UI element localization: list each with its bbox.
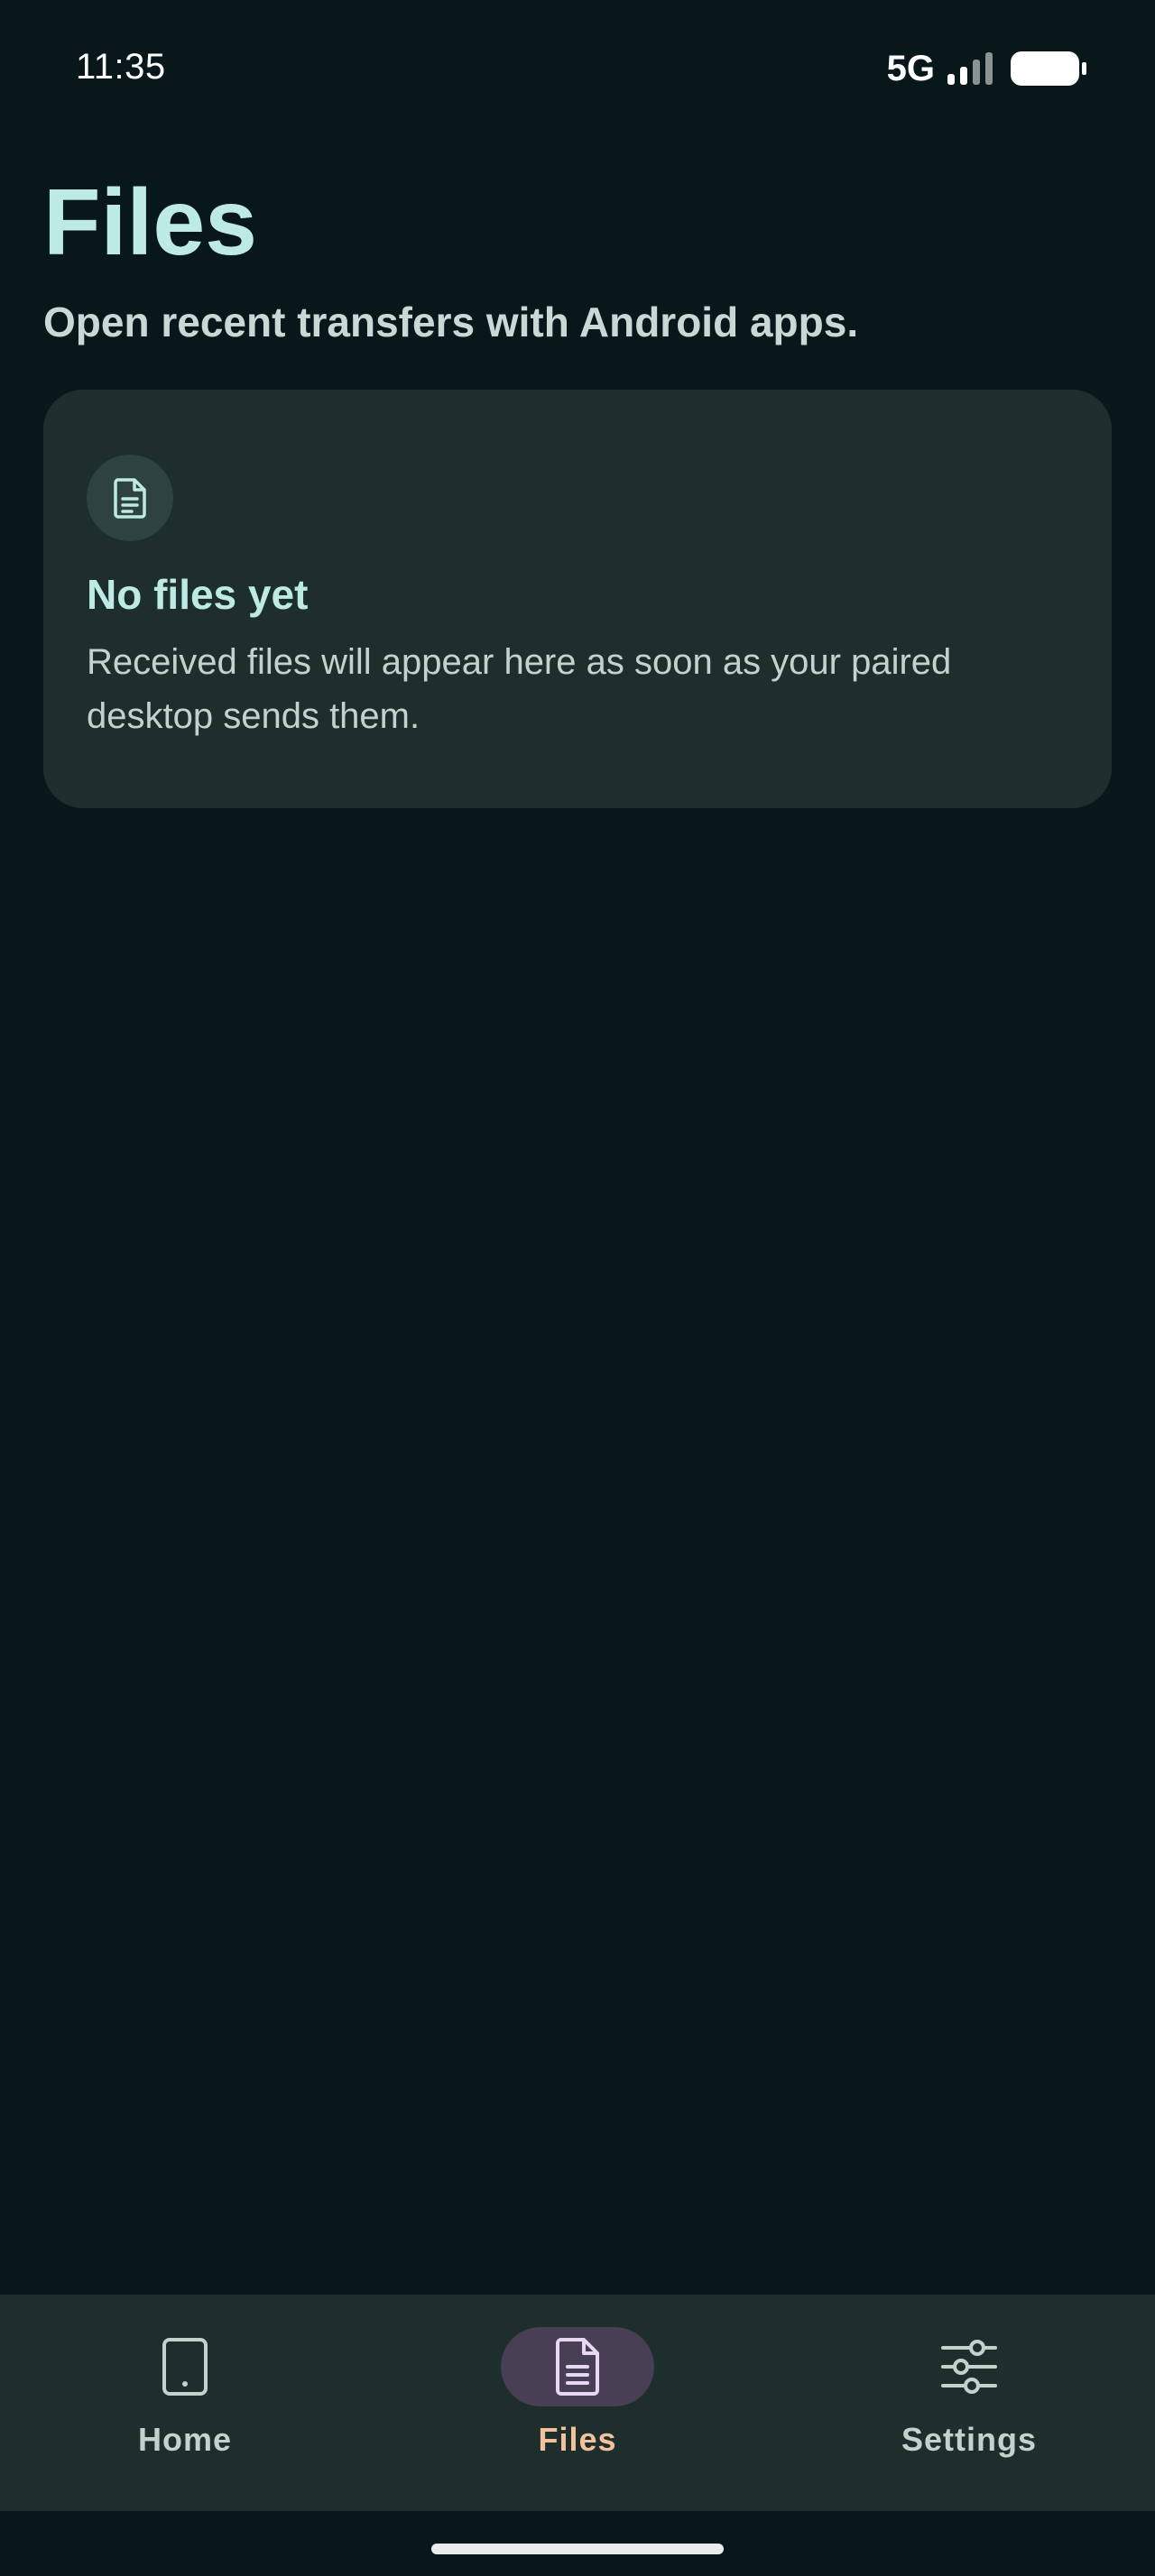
nav-active-indicator — [501, 2327, 654, 2406]
document-icon — [114, 478, 146, 519]
nav-label-files: Files — [538, 2421, 617, 2458]
nav-label-home: Home — [137, 2421, 233, 2458]
battery-icon — [1011, 51, 1086, 86]
status-time: 11:35 — [76, 47, 166, 87]
nav-item-settings[interactable]: Settings — [834, 2295, 1104, 2511]
document-icon — [556, 2338, 599, 2396]
nav-icon-container — [906, 2327, 1032, 2406]
status-bar: 11:35 5G — [0, 0, 1155, 141]
bottom-navigation: Home Files Settings — [0, 2295, 1155, 2511]
empty-state-description: Received files will appear here as soon … — [87, 642, 952, 736]
signal-strength-icon — [947, 52, 993, 85]
home-gesture-handle[interactable] — [431, 2544, 724, 2554]
page-title: Files — [43, 170, 257, 275]
tablet-icon — [162, 2338, 208, 2396]
nav-item-home[interactable]: Home — [50, 2295, 320, 2511]
page-subtitle: Open recent transfers with Android apps. — [43, 299, 859, 345]
files-screen: 11:35 5G Files Open recent transfers wit… — [0, 0, 1155, 2576]
empty-state-card: No files yet Received files will appear … — [43, 390, 1112, 808]
network-type-label: 5G — [886, 48, 935, 88]
nav-label-settings: Settings — [901, 2421, 1037, 2458]
nav-icon-container — [122, 2327, 248, 2406]
gesture-navigation-area — [0, 2511, 1155, 2576]
nav-item-files[interactable]: Files — [442, 2295, 713, 2511]
status-indicators: 5G — [886, 48, 1086, 88]
empty-state-icon-badge — [87, 455, 173, 541]
sliders-icon — [941, 2340, 997, 2394]
empty-state-title: No files yet — [87, 571, 309, 618]
